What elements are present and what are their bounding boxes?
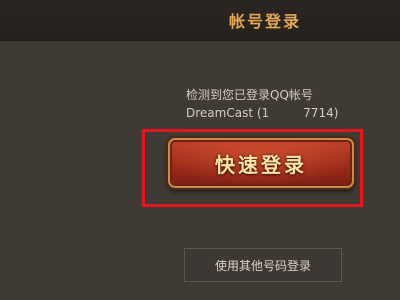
other-account-login-button[interactable]: 使用其他号码登录 xyxy=(184,248,342,282)
account-number-prefix: 1 xyxy=(261,106,270,120)
header-bar: 帐号登录 xyxy=(0,0,400,41)
other-account-login-label: 使用其他号码登录 xyxy=(214,258,311,273)
account-paren-open: ( xyxy=(253,106,262,120)
detected-account: DreamCast (1 7714) xyxy=(186,104,386,122)
detected-account-info: 检测到您已登录QQ帐号 DreamCast (1 7714) xyxy=(186,86,386,122)
quick-login-label: 快速登录 xyxy=(215,152,307,177)
account-name: DreamCast xyxy=(186,106,254,120)
detected-account-message: 检测到您已登录QQ帐号 xyxy=(186,88,313,102)
quick-login-button[interactable]: 快速登录 xyxy=(168,138,354,188)
page-title: 帐号登录 xyxy=(228,12,301,31)
account-number-suffix: 7714) xyxy=(303,106,339,120)
